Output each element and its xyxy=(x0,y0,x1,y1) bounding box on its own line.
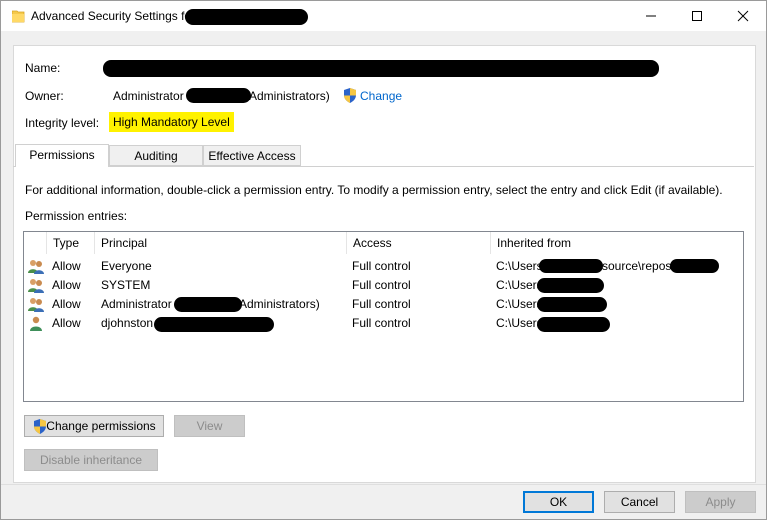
view-button[interactable]: View xyxy=(174,415,245,437)
cell-principal: djohnston xyxy=(101,316,154,330)
integrity-level-value: High Mandatory Level xyxy=(109,112,234,132)
cell-access: Full control xyxy=(352,278,411,292)
tab-auditing[interactable]: Auditing xyxy=(109,145,203,166)
redacted-principal xyxy=(174,297,242,312)
cell-principal: Everyone xyxy=(101,259,152,273)
owner-value-prefix: Administrator xyxy=(113,89,184,103)
maximize-button[interactable] xyxy=(674,1,720,31)
cell-inherited-from: C:\Users xyxy=(496,278,543,292)
advanced-security-settings-window: Advanced Security Settings fo Name: Owne… xyxy=(0,0,767,520)
column-header-access[interactable]: Access xyxy=(346,232,490,254)
redacted-path-user xyxy=(539,259,603,273)
tab-permissions[interactable]: Permissions xyxy=(15,144,109,167)
tab-effective-access[interactable]: Effective Access xyxy=(203,145,301,166)
close-button[interactable] xyxy=(720,1,766,31)
redacted-path-user xyxy=(537,278,604,293)
redacted-path-repo xyxy=(670,259,719,273)
owner-value-suffix: Administrators) xyxy=(249,89,330,103)
cell-type: Allow xyxy=(52,316,81,330)
column-header-principal[interactable]: Principal xyxy=(94,232,346,254)
redacted-title-bar xyxy=(185,9,308,25)
cell-principal-suffix: Administrators) xyxy=(239,297,320,311)
cell-inherited-from: C:\Users xyxy=(496,316,543,330)
cell-principal: SYSTEM xyxy=(101,278,151,292)
cell-inherited-from: C:\Users xyxy=(496,297,543,311)
group-users-icon xyxy=(28,260,44,274)
folder-icon xyxy=(12,10,25,23)
single-user-icon xyxy=(30,316,42,331)
table-row[interactable]: Allow SYSTEM Full control C:\Users xyxy=(24,276,741,295)
column-header-type[interactable]: Type xyxy=(46,232,94,254)
info-text: For additional information, double-click… xyxy=(25,183,723,197)
change-owner-link[interactable]: Change xyxy=(360,89,402,103)
cell-access: Full control xyxy=(352,297,411,311)
permission-entries-label: Permission entries: xyxy=(25,209,128,223)
cell-access: Full control xyxy=(352,259,411,273)
redacted-principal xyxy=(154,317,274,332)
cell-inherited-from-mid: source\repos xyxy=(602,259,672,273)
integrity-level-label: Integrity level: xyxy=(25,116,100,130)
cell-type: Allow xyxy=(52,259,81,273)
owner-label: Owner: xyxy=(25,89,64,103)
table-row[interactable]: Allow Administrator Administrators) Full… xyxy=(24,295,741,314)
minimize-button[interactable] xyxy=(628,1,674,31)
cell-type: Allow xyxy=(52,297,81,311)
tab-strip-line xyxy=(13,166,754,167)
cell-principal: Administrator xyxy=(101,297,172,311)
uac-shield-icon xyxy=(344,88,356,103)
group-users-icon xyxy=(28,298,44,312)
redacted-name xyxy=(103,60,659,77)
table-row[interactable]: Allow Everyone Full control C:\Users sou… xyxy=(24,257,741,276)
cell-access: Full control xyxy=(352,316,411,330)
uac-shield-icon xyxy=(34,419,46,434)
change-permissions-button[interactable]: Change permissions xyxy=(24,415,164,437)
name-label: Name: xyxy=(25,61,61,75)
permission-entries-list[interactable]: Type Principal Access Inherited from All… xyxy=(23,231,744,402)
change-permissions-label: Change permissions xyxy=(46,419,156,433)
cell-inherited-from: C:\Users xyxy=(496,259,543,273)
table-row[interactable]: Allow djohnston Full control C:\Users xyxy=(24,314,741,333)
maximize-icon xyxy=(692,11,702,21)
window-title: Advanced Security Settings fo xyxy=(31,9,192,23)
redacted-owner xyxy=(186,88,251,103)
cancel-button[interactable]: Cancel xyxy=(604,491,675,513)
title-bar[interactable]: Advanced Security Settings fo xyxy=(1,1,766,31)
minimize-icon xyxy=(646,15,656,17)
footer-separator xyxy=(1,484,766,485)
ok-button[interactable]: OK xyxy=(523,491,594,513)
cell-type: Allow xyxy=(52,278,81,292)
close-icon xyxy=(737,10,749,22)
redacted-path-user xyxy=(537,317,610,332)
disable-inheritance-button[interactable]: Disable inheritance xyxy=(24,449,158,471)
redacted-path-user xyxy=(537,297,607,312)
group-users-icon xyxy=(28,279,44,293)
apply-button[interactable]: Apply xyxy=(685,491,756,513)
column-header-inherited-from[interactable]: Inherited from xyxy=(490,232,741,254)
